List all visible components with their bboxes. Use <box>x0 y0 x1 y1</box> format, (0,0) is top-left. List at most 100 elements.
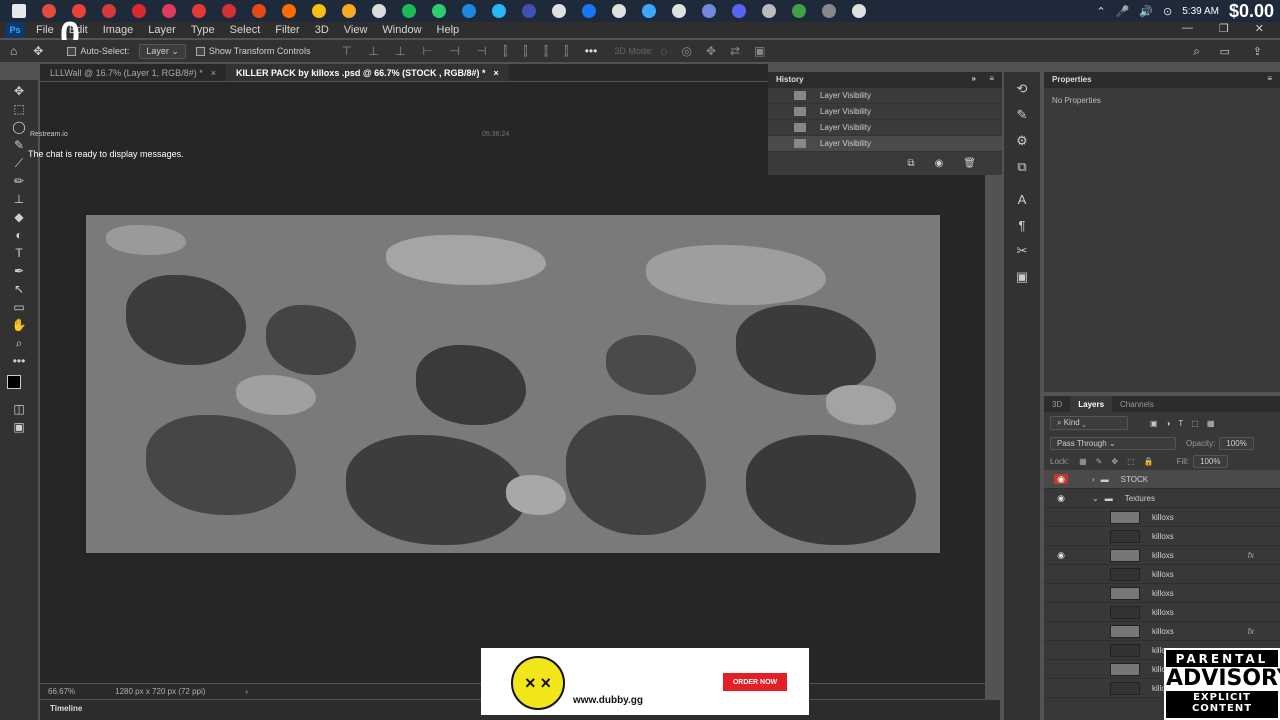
quick-mask-icon[interactable]: ◫ <box>0 400 38 418</box>
tab-layers[interactable]: Layers <box>1070 396 1113 412</box>
menu-file[interactable]: File <box>36 24 54 36</box>
distribute-2-icon[interactable]: ⫿ <box>524 44 528 58</box>
opacity-field[interactable]: 100% <box>1219 436 1254 450</box>
hand-tool-icon[interactable]: ✋ <box>0 316 38 334</box>
taskbar-app-icon[interactable] <box>42 4 56 18</box>
layer-row[interactable]: killoxs <box>1044 584 1280 603</box>
zoom-level[interactable]: 66.67% <box>48 687 75 696</box>
chevron-right-icon[interactable]: › <box>1092 475 1095 484</box>
maximize-icon[interactable]: ❐ <box>1219 22 1229 35</box>
share-icon[interactable]: ⇪ <box>1253 45 1262 58</box>
taskbar-app-icon[interactable] <box>522 4 536 18</box>
close-icon[interactable]: × <box>211 68 216 78</box>
tab-3d[interactable]: 3D <box>1044 396 1070 412</box>
align-top-icon[interactable]: ⊤ <box>341 44 351 58</box>
home-icon[interactable]: ⌂ <box>10 44 17 58</box>
more-tools-icon[interactable]: ••• <box>0 352 38 370</box>
move-tool-icon[interactable]: ✥ <box>33 44 43 58</box>
taskbar-app-icon[interactable] <box>102 4 116 18</box>
rectangle-tool-icon[interactable]: ▭ <box>0 298 38 316</box>
menu-image[interactable]: Image <box>103 24 134 36</box>
workspace-icon[interactable]: ▭ <box>1220 45 1230 58</box>
lock-icons[interactable]: ▦✎✥⬚🔒 <box>1079 457 1162 466</box>
taskbar-app-icon[interactable] <box>582 4 596 18</box>
eye-icon[interactable] <box>1054 569 1068 579</box>
stamp-tool-icon[interactable]: ⊥ <box>0 190 38 208</box>
styles-icon[interactable]: ⧉ <box>1004 154 1040 180</box>
fill-field[interactable]: 100% <box>1193 454 1228 468</box>
paint-bucket-tool-icon[interactable]: ◐ <box>0 226 38 244</box>
camera-icon[interactable]: ◉ <box>935 158 944 169</box>
trash-icon[interactable]: 🗑 <box>963 158 976 169</box>
menu-3d[interactable]: 3D <box>315 24 329 36</box>
taskbar-app-icon[interactable] <box>432 4 446 18</box>
show-transform-checkbox[interactable] <box>195 46 205 56</box>
history-item[interactable]: Layer Visibility <box>768 104 1002 120</box>
layer-row[interactable]: killoxs <box>1044 508 1280 527</box>
align-middle-icon[interactable]: ⊥ <box>368 44 378 58</box>
microphone-icon[interactable]: 🎤 <box>1116 5 1130 18</box>
layer-row[interactable]: ◉ killoxs fx <box>1044 546 1280 565</box>
layer-effects-icon[interactable]: fx <box>1248 551 1254 560</box>
layer-filter-dropdown[interactable]: ⌕ Kind ⌄ <box>1050 416 1128 430</box>
libraries-icon[interactable]: ▣ <box>1004 264 1040 290</box>
menu-type[interactable]: Type <box>191 24 215 36</box>
menu-help[interactable]: Help <box>437 24 460 36</box>
3d-orbit-icon[interactable]: ◌ <box>660 44 667 58</box>
taskbar-app-icon[interactable] <box>852 4 866 18</box>
taskbar-app-icon[interactable] <box>372 4 386 18</box>
move-tool-icon[interactable]: ✥ <box>0 82 38 100</box>
history-item[interactable]: Layer Visibility <box>768 120 1002 136</box>
new-document-icon[interactable]: ⧉ <box>907 158 914 169</box>
layer-row[interactable]: killoxs <box>1044 603 1280 622</box>
chevron-up-icon[interactable]: ⌃ <box>1096 5 1105 18</box>
history-panel-icon[interactable]: ⟲ <box>1004 76 1040 102</box>
layer-row[interactable]: killoxs fx <box>1044 622 1280 641</box>
zoom-tool-icon[interactable]: ⌕ <box>0 334 38 352</box>
3d-slide-icon[interactable]: ⇄ <box>730 44 740 58</box>
close-icon[interactable]: ✕ <box>1255 22 1264 35</box>
taskbar-app-icon[interactable] <box>642 4 656 18</box>
color-swatches[interactable] <box>0 370 38 400</box>
panel-menu-icon[interactable]: ≡ <box>1267 74 1272 83</box>
order-now-button[interactable]: ORDER NOW <box>723 673 787 691</box>
eye-icon[interactable]: ◉ <box>1054 474 1068 484</box>
distribute-icon[interactable]: ⫿ <box>503 44 507 58</box>
taskbar-app-icon[interactable] <box>732 4 746 18</box>
taskbar-app-icon[interactable] <box>342 4 356 18</box>
tools-icon[interactable]: ✂ <box>1004 238 1040 264</box>
eye-icon[interactable] <box>1054 607 1068 617</box>
taskbar-app-icon[interactable] <box>162 4 176 18</box>
eye-icon[interactable] <box>1054 588 1068 598</box>
close-icon[interactable]: × <box>493 68 498 78</box>
blend-mode-dropdown[interactable]: Pass Through ⌄ <box>1050 436 1176 450</box>
eye-icon[interactable] <box>1054 664 1068 674</box>
tab-killer-pack[interactable]: KILLER PACK by killoxs .psd @ 66.7% (STO… <box>225 64 509 81</box>
eye-icon[interactable]: ◉ <box>1054 550 1068 560</box>
collapse-icon[interactable]: » <box>972 74 976 83</box>
align-bottom-icon[interactable]: ⊥ <box>395 44 405 58</box>
paragraph-icon[interactable]: ¶ <box>1004 212 1040 238</box>
pen-tool-icon[interactable]: ✒ <box>0 262 38 280</box>
menu-filter[interactable]: Filter <box>275 24 299 36</box>
taskbar-app-icon[interactable] <box>462 4 476 18</box>
taskbar-app-icon[interactable] <box>702 4 716 18</box>
eye-icon[interactable] <box>1054 626 1068 636</box>
3d-pan-icon[interactable]: ✥ <box>706 44 716 58</box>
start-menu-icon[interactable] <box>12 4 26 18</box>
brush-tool-icon[interactable]: ✏ <box>0 172 38 190</box>
sponsor-banner[interactable]: × × www.dubby.gg ORDER NOW <box>481 648 809 715</box>
more-options-icon[interactable]: ••• <box>585 44 598 58</box>
taskbar-app-icon[interactable] <box>552 4 566 18</box>
distribute-4-icon[interactable]: ⫿ <box>564 44 568 58</box>
marquee-tool-icon[interactable]: ⬚ <box>0 100 38 118</box>
adjustments-icon[interactable]: ⚙ <box>1004 128 1040 154</box>
auto-select-dropdown[interactable]: Layer ⌄ <box>139 43 186 59</box>
type-tool-icon[interactable]: T <box>0 244 38 262</box>
align-center-icon[interactable]: ⊣ <box>449 44 459 58</box>
layer-group-row[interactable]: ◉ › ▬ STOCK <box>1044 470 1280 489</box>
taskbar-app-icon[interactable] <box>312 4 326 18</box>
minimize-icon[interactable]: — <box>1182 22 1193 35</box>
foreground-color[interactable] <box>7 375 21 389</box>
search-icon[interactable]: ⌕ <box>1193 44 1200 59</box>
